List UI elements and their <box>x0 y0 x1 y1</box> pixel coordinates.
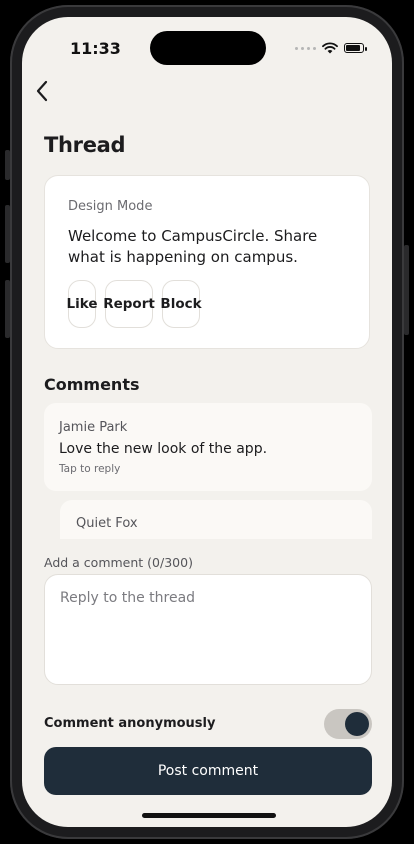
comment-author: Jamie Park <box>59 420 128 435</box>
block-button[interactable]: Block <box>160 280 202 328</box>
page-title: Thread <box>44 133 126 157</box>
post-card: Design Mode Welcome to CampusCircle. Sha… <box>44 175 370 349</box>
screen: 11:33 Thread Design Mode Welcome to Camp… <box>22 17 392 827</box>
reply-hint[interactable]: Tap to reply <box>59 463 120 475</box>
reply-comment-item[interactable]: Quiet Fox <box>60 500 372 539</box>
comments-list[interactable]: Jamie Park Love the new look of the app.… <box>44 403 372 539</box>
device-frame: 11:33 Thread Design Mode Welcome to Camp… <box>0 0 414 844</box>
post-comment-button[interactable]: Post comment <box>44 747 372 795</box>
comment-item[interactable]: Jamie Park Love the new look of the app.… <box>44 403 372 491</box>
status-bar: 11:33 <box>22 17 392 73</box>
post-mode-label: Design Mode <box>68 199 153 214</box>
comments-heading: Comments <box>44 375 140 394</box>
chevron-left-icon <box>36 80 48 102</box>
dynamic-island <box>150 31 266 65</box>
power-button <box>404 245 409 335</box>
signal-icon <box>295 46 316 50</box>
comment-text: Love the new look of the app. <box>59 441 268 457</box>
like-button[interactable]: Like <box>67 280 98 328</box>
post-body: Welcome to CampusCircle. Share what is h… <box>68 227 318 266</box>
reply-author: Quiet Fox <box>76 516 138 531</box>
anonymous-row: Comment anonymously <box>44 709 372 739</box>
back-button[interactable] <box>28 77 56 105</box>
comment-input[interactable] <box>44 574 372 685</box>
wifi-icon <box>322 42 338 54</box>
battery-icon <box>344 43 367 53</box>
status-time: 11:33 <box>70 39 121 58</box>
anonymous-label: Comment anonymously <box>44 716 216 731</box>
toggle-knob <box>345 712 369 736</box>
report-button[interactable]: Report <box>103 280 155 328</box>
post-actions: Like Report Block <box>67 280 202 328</box>
comment-input-label: Add a comment (0/300) <box>44 555 193 570</box>
anonymous-toggle[interactable] <box>324 709 372 739</box>
status-icons <box>295 42 367 54</box>
home-indicator <box>142 813 276 818</box>
